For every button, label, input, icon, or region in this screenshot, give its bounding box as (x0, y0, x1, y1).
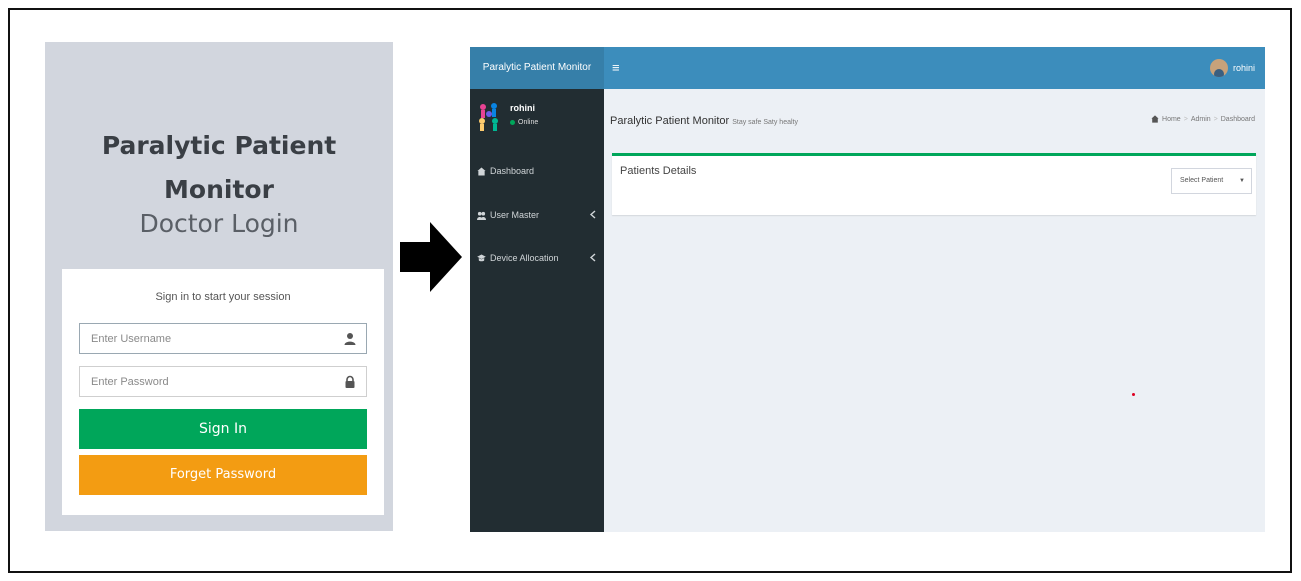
password-field[interactable] (79, 366, 367, 397)
password-input[interactable] (80, 367, 330, 396)
login-panel: Paralytic Patient Monitor Doctor Login S… (45, 42, 393, 531)
sidebar-item-label: User Master (490, 210, 540, 220)
breadcrumb-admin[interactable]: Admin (1191, 116, 1211, 123)
login-subtitle: Doctor Login (139, 209, 299, 238)
card-title: Patients Details (620, 165, 697, 177)
username-field[interactable] (79, 323, 367, 354)
user-menu[interactable]: rohini (1209, 58, 1255, 78)
sidebar-user-name: rohini (510, 103, 535, 113)
page-title: Paralytic Patient Monitor (610, 115, 730, 127)
session-message: Sign in to start your session (155, 291, 291, 303)
sidebar-item-device-allocation[interactable]: Device Allocation (470, 246, 604, 270)
sidebar-item-label: Dashboard (490, 166, 535, 176)
dashboard-icon (477, 166, 486, 176)
chevron-left-icon (589, 253, 596, 262)
online-status-label: Online (518, 119, 539, 126)
login-title-line1: Paralytic Patient (101, 131, 337, 160)
dashboard-window: Paralytic Patient Monitor ≡ rohini rohin… (470, 47, 1265, 532)
sidebar-item-label: Device Allocation (490, 253, 559, 263)
right-arrow-icon (400, 222, 462, 292)
login-title-line2: Monitor (164, 175, 274, 204)
top-username: rohini (1232, 63, 1255, 73)
sidebar-user-panel: rohini Online (470, 89, 604, 159)
breadcrumb-dashboard: Dashboard (1220, 115, 1255, 123)
online-dot-icon (510, 120, 515, 125)
login-box: Sign in to start your session Sign In Fo… (62, 269, 384, 515)
user-icon (344, 333, 356, 345)
red-dot (1132, 393, 1135, 396)
breadcrumb-separator: > (1183, 115, 1188, 123)
breadcrumb-separator: > (1213, 115, 1218, 123)
caret-down-icon: ▼ (1239, 178, 1245, 184)
select-patient-value: Select Patient (1180, 177, 1224, 184)
top-navbar: Paralytic Patient Monitor ≡ rohini (470, 47, 1265, 89)
home-icon (1151, 115, 1159, 123)
page-subtitle: Stay safe Saty healty (732, 119, 798, 126)
username-input[interactable] (80, 324, 330, 353)
breadcrumb-home[interactable]: Home (1162, 116, 1181, 123)
brand-logo[interactable]: Paralytic Patient Monitor (470, 47, 604, 89)
sidebar: rohini Online Dashboard User Master Devi… (470, 89, 604, 532)
sign-in-button[interactable]: Sign In (79, 409, 367, 449)
online-status: Online (510, 119, 538, 126)
top-avatar (1209, 59, 1228, 77)
sidebar-item-dashboard[interactable]: Dashboard (470, 159, 604, 183)
forget-password-button[interactable]: Forget Password (79, 455, 367, 495)
chevron-left-icon (589, 210, 596, 219)
content-header: Paralytic Patient Monitor Stay safe Saty … (610, 115, 798, 127)
lock-icon (345, 375, 355, 388)
breadcrumb: Home > Admin > Dashboard (1151, 115, 1255, 123)
select-patient-dropdown[interactable]: Select Patient ▼ (1171, 168, 1252, 194)
user-avatar-icon (479, 103, 498, 131)
patients-details-card: Patients Details Select Patient ▼ (612, 153, 1256, 215)
login-title: Paralytic Patient Monitor (45, 124, 393, 212)
sidebar-item-user-master[interactable]: User Master (470, 203, 604, 227)
device-icon (477, 253, 486, 261)
users-icon (477, 211, 486, 220)
menu-toggle-icon[interactable]: ≡ (612, 47, 620, 89)
